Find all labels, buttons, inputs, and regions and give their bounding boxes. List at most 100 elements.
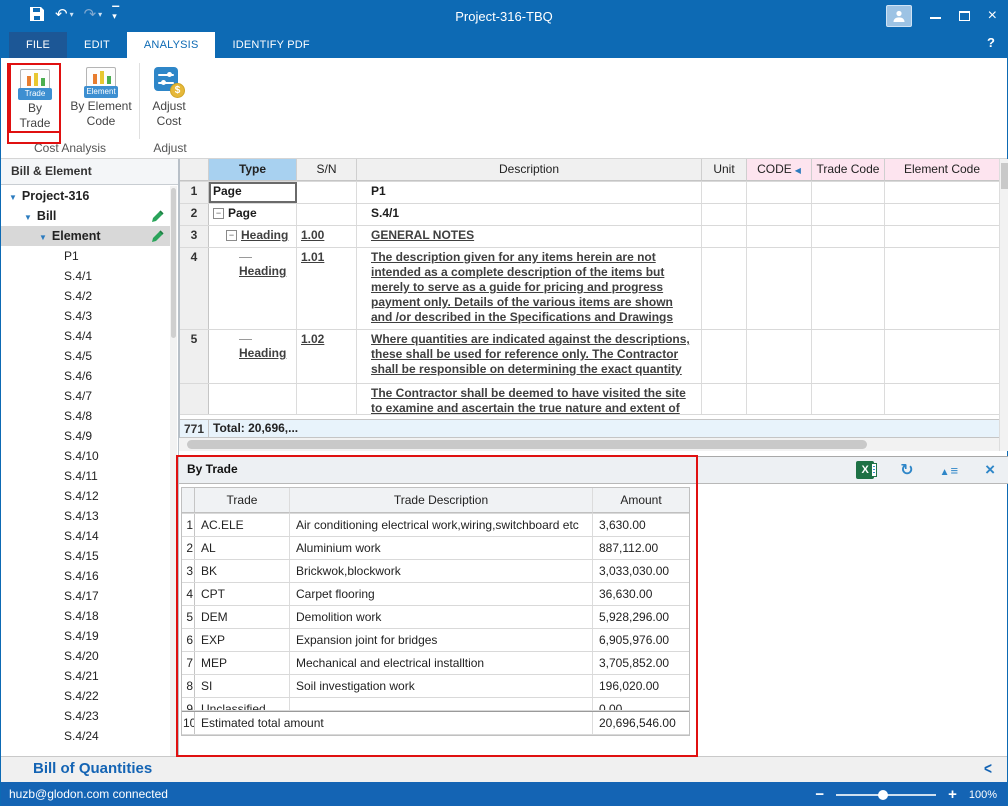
column-header-element-code[interactable]: Element Code <box>885 159 1000 181</box>
sidebar-item-s-4-1[interactable]: S.4/1 <box>1 266 170 286</box>
cell-trade[interactable]: DEM <box>195 606 290 628</box>
cell-type[interactable]: Page <box>209 182 297 203</box>
expand-arrow-icon[interactable]: ▼ <box>9 193 17 202</box>
sidebar-item-s-4-11[interactable]: S.4/11 <box>1 466 170 486</box>
sidebar-item-s-4-6[interactable]: S.4/6 <box>1 366 170 386</box>
cell-code[interactable] <box>747 384 812 414</box>
table-row[interactable]: 5DEMDemolition work5,928,296.00 <box>182 606 689 629</box>
sidebar-item-s-4-3[interactable]: S.4/3 <box>1 306 170 326</box>
table-row[interactable]: 1PageP1 <box>180 182 1000 204</box>
maximize-icon[interactable] <box>959 5 970 27</box>
cell-unit[interactable] <box>702 226 747 247</box>
close-icon[interactable]: × <box>988 5 997 27</box>
cell-trade-description[interactable]: Soil investigation work <box>290 675 593 697</box>
cell-trade-description[interactable] <box>290 698 593 710</box>
sidebar-item-s-4-2[interactable]: S.4/2 <box>1 286 170 306</box>
cell-sn[interactable]: 1.01 <box>297 248 357 329</box>
cell-trade-code[interactable] <box>812 330 885 383</box>
sidebar-item-bill[interactable]: ▼Bill <box>1 206 170 226</box>
collapse-minus-icon[interactable]: − <box>213 208 224 219</box>
cell-sn[interactable] <box>297 384 357 414</box>
cell-trade[interactable]: AL <box>195 537 290 559</box>
cell-trade-code[interactable] <box>812 204 885 225</box>
sidebar-item-s-4-17[interactable]: S.4/17 <box>1 586 170 606</box>
table-row[interactable]: 4Heading1.01The description given for an… <box>180 248 1000 330</box>
cell-element-code[interactable] <box>885 182 1000 203</box>
cell-trade-description[interactable]: Air conditioning electrical work,wiring,… <box>290 514 593 536</box>
cell-type[interactable]: −Page <box>209 204 297 225</box>
sidebar-item-s-4-21[interactable]: S.4/21 <box>1 666 170 686</box>
cell-element-code[interactable] <box>885 248 1000 329</box>
cell-code[interactable] <box>747 226 812 247</box>
sidebar-scrollbar[interactable] <box>170 186 177 756</box>
sidebar-item-project-316[interactable]: ▼Project-316 <box>1 186 170 206</box>
sidebar-item-p1[interactable]: P1 <box>1 246 170 266</box>
sidebar-item-s-4-16[interactable]: S.4/16 <box>1 566 170 586</box>
column-header-s-n[interactable]: S/N <box>297 159 357 181</box>
collapse-rows-icon[interactable]: ▲≡ <box>940 463 960 478</box>
sidebar-item-s-4-15[interactable]: S.4/15 <box>1 546 170 566</box>
cell-trade-code[interactable] <box>812 248 885 329</box>
cell-unit[interactable] <box>702 204 747 225</box>
cell-type[interactable] <box>209 384 297 414</box>
cell-description[interactable]: S.4/1 <box>357 204 702 225</box>
table-row[interactable]: The Contractor shall be deemed to have v… <box>180 384 1000 415</box>
sidebar-item-s-4-5[interactable]: S.4/5 <box>1 346 170 366</box>
table-row[interactable]: 9Unclassified0.00 <box>182 698 689 711</box>
zoom-slider-handle[interactable] <box>878 790 888 800</box>
cell-trade-description[interactable]: Brickwok,blockwork <box>290 560 593 582</box>
cell-sn[interactable] <box>297 182 357 203</box>
cell-type[interactable]: Heading <box>209 248 297 329</box>
cell-amount[interactable]: 36,630.00 <box>593 583 689 605</box>
cell-amount[interactable]: 5,928,296.00 <box>593 606 689 628</box>
zoom-out-icon[interactable]: − <box>815 786 824 803</box>
tab-file[interactable]: FILE <box>9 32 67 58</box>
sidebar-item-s-4-12[interactable]: S.4/12 <box>1 486 170 506</box>
cell-unit[interactable] <box>702 384 747 414</box>
cell-trade[interactable]: SI <box>195 675 290 697</box>
table-row[interactable]: 3BKBrickwok,blockwork3,033,030.00 <box>182 560 689 583</box>
cell-amount[interactable]: 3,705,852.00 <box>593 652 689 674</box>
cell-trade-code[interactable] <box>812 226 885 247</box>
cell-code[interactable] <box>747 204 812 225</box>
cell-code[interactable] <box>747 330 812 383</box>
cell-description[interactable]: The description given for any items here… <box>357 248 702 329</box>
column-header-code[interactable]: CODE◀ <box>747 159 812 181</box>
sidebar-item-s-4-4[interactable]: S.4/4 <box>1 326 170 346</box>
cell-amount[interactable]: 6,905,976.00 <box>593 629 689 651</box>
sidebar-item-s-4-18[interactable]: S.4/18 <box>1 606 170 626</box>
cell-trade[interactable]: Unclassified <box>195 698 290 710</box>
zoom-slider[interactable] <box>836 794 936 796</box>
expand-arrow-icon[interactable]: ▼ <box>39 233 47 242</box>
tab-analysis[interactable]: ANALYSIS <box>127 32 216 58</box>
close-icon[interactable]: × <box>985 460 995 480</box>
sidebar-item-s-4-14[interactable]: S.4/14 <box>1 526 170 546</box>
table-row[interactable]: 3−Heading1.00GENERAL NOTES <box>180 226 1000 248</box>
cell-amount[interactable]: 196,020.00 <box>593 675 689 697</box>
zoom-in-icon[interactable]: + <box>948 786 957 803</box>
cell-sn[interactable]: 1.00 <box>297 226 357 247</box>
column-header-description[interactable]: Description <box>357 159 702 181</box>
cell-trade-description[interactable]: Demolition work <box>290 606 593 628</box>
column-header-type[interactable]: Type <box>209 159 297 181</box>
cell-element-code[interactable] <box>885 204 1000 225</box>
filter-triangle-icon[interactable]: ◀ <box>795 166 801 175</box>
table-row[interactable]: 5Heading1.02Where quantities are indicat… <box>180 330 1000 384</box>
tab-identify-pdf[interactable]: IDENTIFY PDF <box>215 32 326 58</box>
table-row[interactable]: 8SISoil investigation work196,020.00 <box>182 675 689 698</box>
sidebar-item-s-4-20[interactable]: S.4/20 <box>1 646 170 666</box>
cell-trade-description[interactable]: Mechanical and electrical installtion <box>290 652 593 674</box>
table-row[interactable]: 10Estimated total amount20,696,546.00 <box>182 711 689 735</box>
cell-trade[interactable]: BK <box>195 560 290 582</box>
column-header-trade-description[interactable]: Trade Description <box>290 488 593 513</box>
sidebar-item-s-4-19[interactable]: S.4/19 <box>1 626 170 646</box>
expand-arrow-icon[interactable]: ▼ <box>24 213 32 222</box>
ribbon-button-by-element-code[interactable]: ElementBy Element Code <box>65 63 137 129</box>
sidebar-item-s-4-23[interactable]: S.4/23 <box>1 706 170 726</box>
cell-sn[interactable] <box>297 204 357 225</box>
sidebar-item-s-4-8[interactable]: S.4/8 <box>1 406 170 426</box>
cell-trade[interactable]: Estimated total amount <box>195 712 593 734</box>
table-row[interactable]: 6EXPExpansion joint for bridges6,905,976… <box>182 629 689 652</box>
table-row[interactable]: 2ALAluminium work887,112.00 <box>182 537 689 560</box>
table-row[interactable]: 2−PageS.4/1 <box>180 204 1000 226</box>
